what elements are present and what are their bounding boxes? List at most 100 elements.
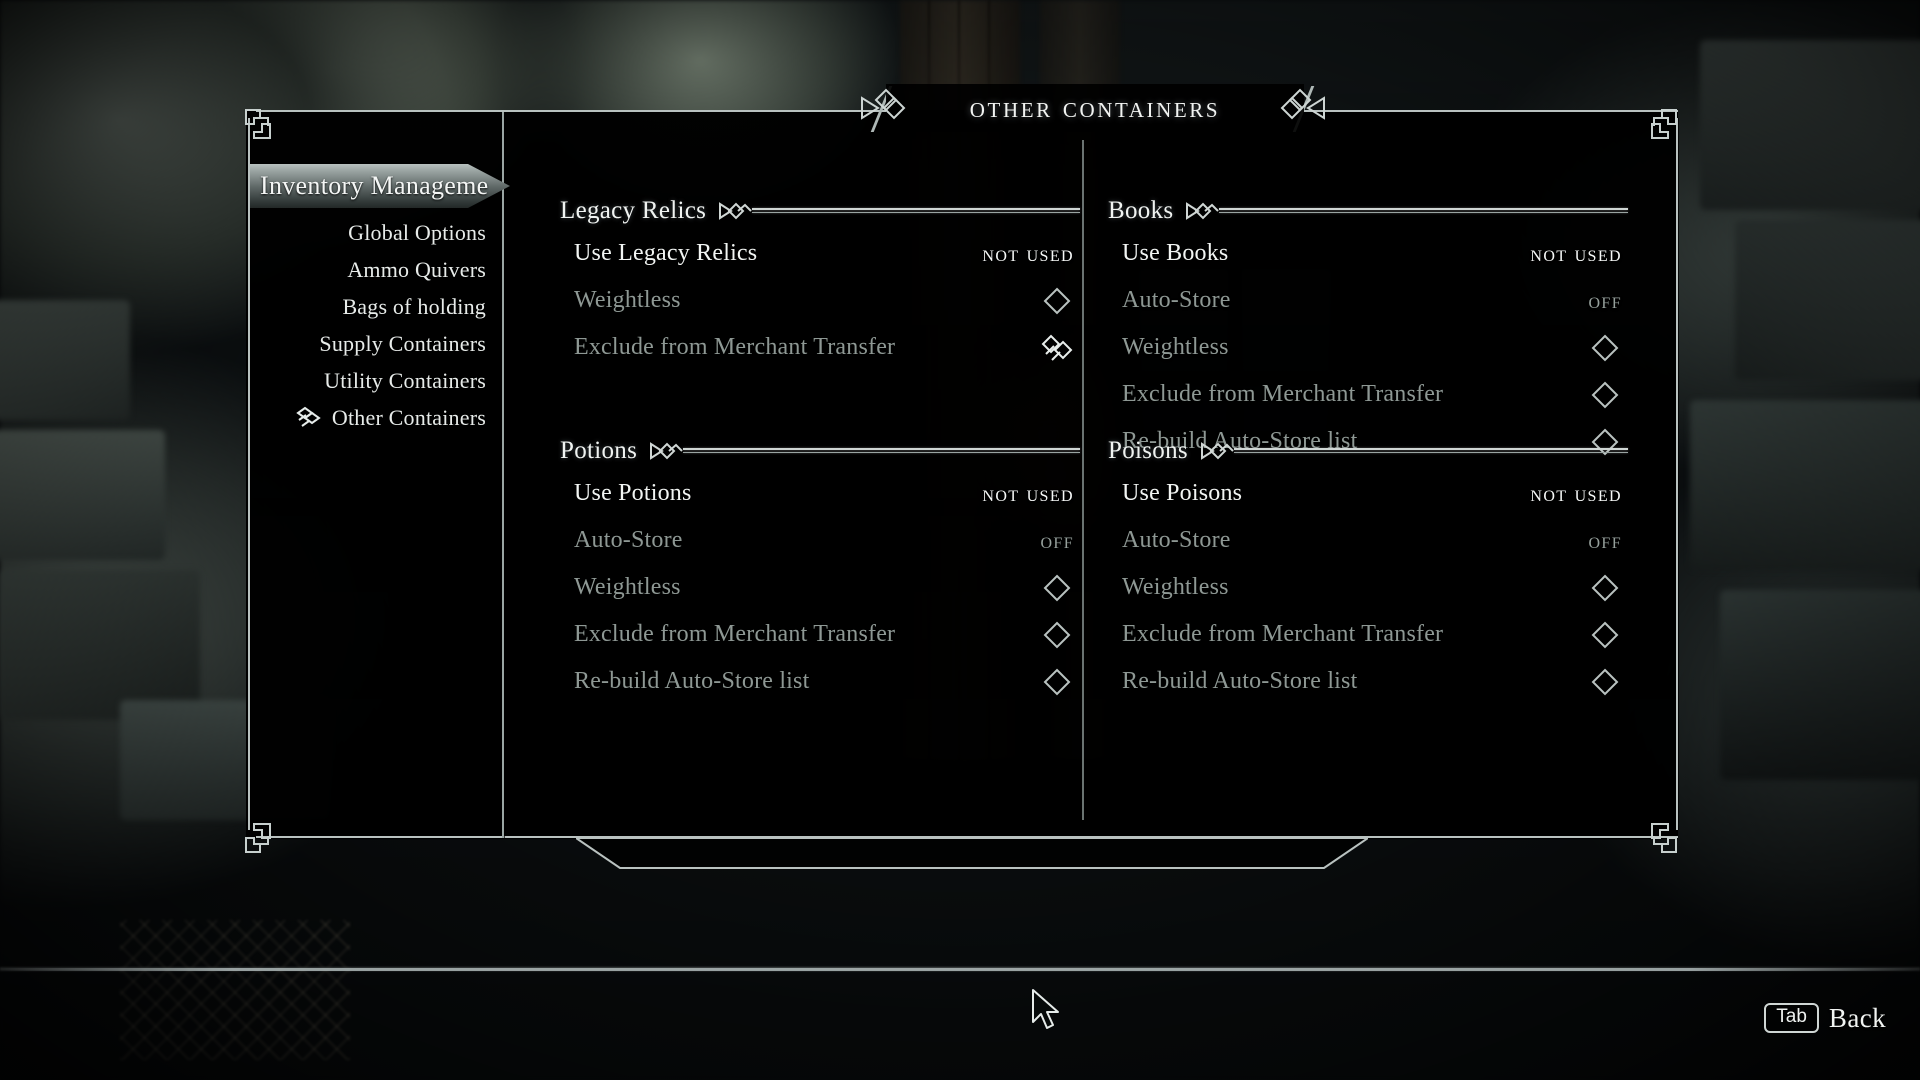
title-knot-left-icon <box>858 88 906 128</box>
option-row-use-potions[interactable]: Use Potions NOT USED <box>560 470 1080 517</box>
option-row-use-poisons[interactable]: Use Poisons NOT USED <box>1108 470 1628 517</box>
column-divider <box>1082 140 1084 820</box>
option-label: Re-build Auto-Store list <box>574 668 810 694</box>
section-knot-icon <box>649 440 683 462</box>
option-row-exclude-from-merchant-transfer[interactable]: Exclude from Merchant Transfer <box>560 324 1080 371</box>
option-row-exclude-from-merchant-transfer[interactable]: Exclude from Merchant Transfer <box>560 611 1080 658</box>
option-label: Exclude from Merchant Transfer <box>574 621 896 647</box>
option-row-use-books[interactable]: Use Books NOT USED <box>1108 230 1628 277</box>
sidebar-item-label: Utility Containers <box>324 367 486 393</box>
option-row-auto-store[interactable]: Auto-Store OFF <box>1108 517 1628 564</box>
corner-knot-bottom-left-icon <box>240 816 282 858</box>
checkbox-unchecked-icon[interactable] <box>1034 564 1080 611</box>
option-label: Weightless <box>1122 334 1229 360</box>
checkbox-unchecked-icon[interactable] <box>1582 324 1628 371</box>
section-poisons: Poisons Use Poisons NOT USED Auto-Store … <box>1108 432 1628 705</box>
option-label: Weightless <box>574 574 681 600</box>
option-row-auto-store[interactable]: Auto-Store OFF <box>560 517 1080 564</box>
hud-separator-line <box>0 968 1920 971</box>
sidebar-item-label: Ammo Quivers <box>347 256 486 282</box>
section-rule <box>1219 208 1628 214</box>
checkbox-unchecked-icon[interactable] <box>1582 564 1628 611</box>
option-label: Use Poisons <box>1122 480 1243 506</box>
panel-border-right <box>1676 118 1678 830</box>
mouse-cursor-icon <box>1030 988 1064 1032</box>
option-value: NOT USED <box>1530 480 1622 506</box>
option-row-weightless[interactable]: Weightless <box>560 277 1080 324</box>
checkbox-unchecked-icon[interactable] <box>1582 611 1628 658</box>
section-header: Potions <box>560 432 1080 470</box>
section-knot-icon <box>1200 440 1234 462</box>
option-value: NOT USED <box>1530 240 1622 266</box>
option-value: NOT USED <box>982 240 1074 266</box>
option-row-weightless[interactable]: Weightless <box>560 564 1080 611</box>
panel-bottom-flange <box>572 837 1372 872</box>
corner-knot-top-left-icon <box>240 104 282 146</box>
sidebar-item-label: Other Containers <box>331 404 486 430</box>
checkbox-unchecked-icon[interactable] <box>1034 277 1080 324</box>
stone-block <box>1720 590 1920 780</box>
section-rule <box>683 448 1080 454</box>
option-value: OFF <box>1040 527 1074 553</box>
sidebar-active-tab[interactable]: Inventory Manageme <box>250 164 510 208</box>
option-value: OFF <box>1588 287 1622 313</box>
section-books: Books Use Books NOT USED Auto-Store OFF <box>1108 192 1628 465</box>
sidebar-item-label: Global Options <box>348 219 486 245</box>
sidebar-item-bags-of-holding[interactable]: Bags of holding <box>248 288 498 325</box>
back-button[interactable]: Tab Back <box>1764 1000 1886 1036</box>
option-row-exclude-from-merchant-transfer[interactable]: Exclude from Merchant Transfer <box>1108 611 1628 658</box>
option-label: Auto-Store <box>1122 527 1231 553</box>
option-label: Use Books <box>1122 240 1229 266</box>
section-title: Potions <box>560 437 638 464</box>
sidebar-menu-list: Global Options Ammo Quivers Bags of hold… <box>248 214 498 436</box>
section-knot-icon <box>718 200 752 222</box>
sidebar-tab-label: Inventory Manageme <box>260 171 489 200</box>
sidebar-item-global-options[interactable]: Global Options <box>248 214 498 251</box>
corner-knot-top-right-icon <box>1640 104 1682 146</box>
lattice-grate <box>120 920 350 1060</box>
corner-knot-bottom-right-icon <box>1640 816 1682 858</box>
option-row-rebuild-auto-store-list[interactable]: Re-build Auto-Store list <box>560 658 1080 705</box>
back-button-label: Back <box>1828 1002 1886 1033</box>
option-label: Exclude from Merchant Transfer <box>1122 621 1444 647</box>
option-row-use-legacy-relics[interactable]: Use Legacy Relics NOT USED <box>560 230 1080 277</box>
checkbox-unchecked-icon[interactable] <box>1582 371 1628 418</box>
checkbox-unchecked-icon[interactable] <box>1034 611 1080 658</box>
sidebar-item-label: Bags of holding <box>342 293 486 319</box>
option-row-weightless[interactable]: Weightless <box>1108 564 1628 611</box>
section-knot-icon <box>1185 200 1220 222</box>
option-row-rebuild-auto-store-list[interactable]: Re-build Auto-Store list <box>1108 658 1628 705</box>
option-label: Re-build Auto-Store list <box>1122 668 1358 694</box>
option-row-auto-store[interactable]: Auto-Store OFF <box>1108 277 1628 324</box>
panel-border-top-left <box>256 110 888 112</box>
sidebar-divider <box>502 112 504 838</box>
section-header: Legacy Relics <box>560 192 1080 230</box>
stone-block <box>1690 400 1920 570</box>
section-title: Poisons <box>1108 437 1188 464</box>
stone-block <box>0 430 165 560</box>
checkbox-unchecked-icon[interactable] <box>1034 658 1080 705</box>
section-potions: Potions Use Potions NOT USED Auto-Store … <box>560 432 1080 705</box>
option-label: Auto-Store <box>1122 287 1231 313</box>
stone-block <box>1735 220 1920 380</box>
option-label: Exclude from Merchant Transfer <box>574 334 896 360</box>
option-row-weightless[interactable]: Weightless <box>1108 324 1628 371</box>
sidebar-item-ammo-quivers[interactable]: Ammo Quivers <box>248 251 498 288</box>
option-label: Use Legacy Relics <box>574 240 758 266</box>
option-label: Use Potions <box>574 480 692 506</box>
option-value: NOT USED <box>982 480 1074 506</box>
panel-border-top-right <box>1300 110 1678 112</box>
sidebar-item-other-containers[interactable]: Other Containers <box>248 399 498 436</box>
stone-block <box>0 570 200 720</box>
section-rule <box>1233 448 1628 454</box>
section-legacy-relics: Legacy Relics Use Legacy Relics NOT USED… <box>560 192 1080 371</box>
checkbox-unchecked-highlighted-icon[interactable] <box>1034 324 1080 371</box>
sidebar-item-supply-containers[interactable]: Supply Containers <box>248 325 498 362</box>
option-row-exclude-from-merchant-transfer[interactable]: Exclude from Merchant Transfer <box>1108 371 1628 418</box>
title-knot-right-icon <box>1280 88 1328 128</box>
option-label: Weightless <box>574 287 681 313</box>
checkbox-unchecked-icon[interactable] <box>1582 658 1628 705</box>
section-title: Legacy Relics <box>560 197 707 224</box>
sidebar-item-utility-containers[interactable]: Utility Containers <box>248 362 498 399</box>
menu-title-bar: Other Containers <box>886 84 1304 132</box>
